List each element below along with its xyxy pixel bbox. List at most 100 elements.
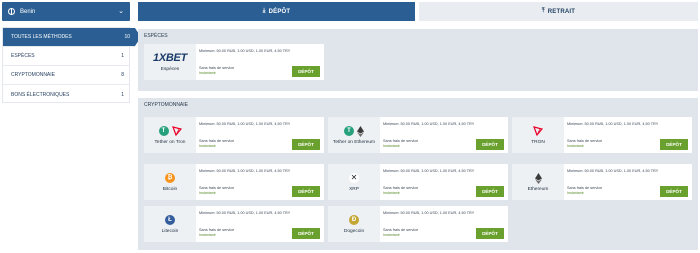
depot-button[interactable]: DÉPÔT bbox=[660, 186, 688, 197]
section-cryptomonnaie: CRYPTOMONNAIE T Tether on Tron Minimum: … bbox=[138, 98, 698, 250]
card-details: Minimum: 50.00 RUB, 1.00 USD, 1.00 EUR, … bbox=[199, 44, 324, 80]
1xbet-logo: 1XBET bbox=[153, 52, 187, 64]
card-logo-area: ₿ Bitcoin bbox=[144, 164, 196, 200]
card-details: Minimum: 50.00 RUB, 1.00 USD, 1.00 EUR, … bbox=[383, 206, 508, 242]
section-title: CRYPTOMONNAIE bbox=[144, 102, 188, 108]
card-minimum: Minimum: 50.00 RUB, 1.00 USD, 1.00 EUR, … bbox=[383, 211, 475, 215]
card-minimum: Minimum: 50.00 RUB, 1.00 USD, 1.00 EUR, … bbox=[199, 169, 291, 173]
ethereum-icon bbox=[534, 172, 542, 184]
payment-card-litecoin[interactable]: Ł Litecoin Minimum: 50.00 RUB, 1.00 USD,… bbox=[144, 206, 324, 242]
card-fee: Sans frais de service bbox=[567, 139, 603, 143]
card-fee: Sans frais de service bbox=[383, 139, 419, 143]
payment-card-ethereum[interactable]: Ethereum Minimum: 50.00 RUB, 1.00 USD, 1… bbox=[512, 164, 692, 200]
payment-card-tether-on-ethereum[interactable]: T Tether on Ethereum Minimum: 50.00 RUB,… bbox=[328, 117, 508, 153]
depot-button[interactable]: DÉPÔT bbox=[292, 139, 320, 150]
card-speed: Instantané bbox=[199, 233, 216, 237]
depot-button[interactable]: DÉPÔT bbox=[476, 186, 504, 197]
country-label: Benin bbox=[20, 8, 36, 15]
card-minimum: Minimum: 50.00 RUB, 1.00 USD, 1.00 EUR, … bbox=[383, 122, 475, 126]
card-speed: Instantané bbox=[567, 191, 584, 195]
card-details: Minimum: 50.00 RUB, 1.00 USD, 1.00 EUR, … bbox=[199, 164, 324, 200]
depot-button[interactable]: DÉPÔT bbox=[292, 186, 320, 197]
card-name: Dogecoin bbox=[343, 228, 365, 234]
card-name: Tether on Tron bbox=[154, 139, 186, 145]
card-logo-area: T Tether on Tron bbox=[144, 117, 196, 153]
card-speed: Instantané bbox=[383, 191, 400, 195]
depot-button[interactable]: DÉPÔT bbox=[476, 139, 504, 150]
chevron-down-icon: ⌄ bbox=[118, 8, 124, 15]
payment-card-bitcoin[interactable]: ₿ Bitcoin Minimum: 50.00 RUB, 1.00 USD, … bbox=[144, 164, 324, 200]
upload-icon: ⤒ bbox=[541, 8, 545, 14]
sidebar-item-label: TOUTES LES MÉTHODES bbox=[11, 34, 72, 40]
tether-icon: T bbox=[344, 126, 354, 136]
payment-card-tether-on-tron[interactable]: T Tether on Tron Minimum: 50.00 RUB, 1.0… bbox=[144, 117, 324, 153]
card-name: XRP bbox=[349, 186, 359, 192]
card-minimum: Minimum: 50.00 RUB, 1.00 USD, 1.00 EUR, … bbox=[383, 169, 475, 173]
card-speed: Instantané bbox=[383, 144, 400, 148]
section-especes: ESPÈCES 1XBET Espèces Minimum: 50.00 RUB… bbox=[138, 29, 698, 91]
card-name: Bitcoin bbox=[162, 186, 178, 192]
card-logo-area: Ð Dogecoin bbox=[328, 206, 380, 242]
payment-methods-page: Benin ⌄ TOUTES LES MÉTHODES 10 ESPÈCES 1… bbox=[0, 0, 700, 253]
sidebar-item-all-methods[interactable]: TOUTES LES MÉTHODES 10 bbox=[3, 28, 141, 47]
sidebar-item-cryptomonnaie[interactable]: CRYPTOMONNAIE 8 bbox=[3, 66, 129, 85]
card-details: Minimum: 50.00 RUB, 1.00 USD, 1.00 EUR, … bbox=[199, 117, 324, 153]
depot-button[interactable]: DÉPÔT bbox=[292, 66, 320, 77]
tab-label: DÉPÔT bbox=[268, 8, 291, 15]
sidebar-item-bons-electroniques[interactable]: BONS ÉLECTRONIQUES 1 bbox=[3, 85, 129, 104]
depot-button[interactable]: DÉPÔT bbox=[660, 139, 688, 150]
card-name: Litecoin bbox=[161, 228, 179, 234]
card-minimum: Minimum: 50.00 RUB, 1.00 USD, 1.00 EUR, … bbox=[199, 49, 291, 53]
card-fee: Sans frais de service bbox=[567, 186, 603, 190]
card-minimum: Minimum: 50.00 RUB, 1.00 USD, 1.00 EUR, … bbox=[199, 211, 291, 215]
card-speed: Instantané bbox=[199, 71, 216, 75]
card-logo-area: ✕ XRP bbox=[328, 164, 380, 200]
card-name: TRON bbox=[531, 139, 545, 145]
card-speed: Instantané bbox=[199, 191, 216, 195]
ethereum-icon bbox=[357, 125, 364, 137]
card-logo-area: T Tether on Ethereum bbox=[328, 117, 380, 153]
country-selector[interactable]: Benin ⌄ bbox=[2, 2, 130, 21]
tron-icon bbox=[171, 126, 182, 136]
card-name: Ethereum bbox=[527, 186, 549, 192]
tab-label: RETRAIT bbox=[547, 8, 576, 15]
card-minimum: Minimum: 50.00 RUB, 1.00 USD, 1.00 EUR, … bbox=[199, 122, 291, 126]
sidebar-item-count: 8 bbox=[121, 72, 124, 78]
card-logo-area: TRON bbox=[512, 117, 564, 153]
method-filter-sidebar: TOUTES LES MÉTHODES 10 ESPÈCES 1 CRYPTOM… bbox=[2, 27, 141, 104]
depot-button[interactable]: DÉPÔT bbox=[476, 228, 504, 239]
card-details: Minimum: 50.00 RUB, 1.00 USD, 1.00 EUR, … bbox=[567, 164, 692, 200]
card-logo-area: 1XBET Espèces bbox=[144, 44, 196, 80]
tab-retrait[interactable]: ⤒ RETRAIT bbox=[419, 2, 698, 21]
card-speed: Instantané bbox=[199, 144, 216, 148]
card-logo-area: Ethereum bbox=[512, 164, 564, 200]
card-fee: Sans frais de service bbox=[199, 228, 235, 232]
litecoin-icon: Ł bbox=[165, 215, 175, 225]
card-minimum: Minimum: 50.00 RUB, 1.00 USD, 1.00 EUR, … bbox=[567, 169, 659, 173]
payment-card-tron[interactable]: TRON Minimum: 50.00 RUB, 1.00 USD, 1.00 … bbox=[512, 117, 692, 153]
sidebar-item-count: 1 bbox=[121, 91, 124, 98]
sidebar-item-count: 10 bbox=[124, 34, 130, 40]
card-speed: Instantané bbox=[383, 233, 400, 237]
card-fee: Sans frais de service bbox=[383, 228, 419, 232]
card-name: Espèces bbox=[160, 67, 180, 72]
payment-card-dogecoin[interactable]: Ð Dogecoin Minimum: 50.00 RUB, 1.00 USD,… bbox=[328, 206, 508, 242]
payment-card-especes[interactable]: 1XBET Espèces Minimum: 50.00 RUB, 1.00 U… bbox=[144, 44, 324, 80]
payment-card-xrp[interactable]: ✕ XRP Minimum: 50.00 RUB, 1.00 USD, 1.00… bbox=[328, 164, 508, 200]
xrp-icon: ✕ bbox=[349, 173, 359, 183]
card-minimum: Minimum: 50.00 RUB, 1.00 USD, 1.00 EUR, … bbox=[567, 122, 659, 126]
card-details: Minimum: 50.00 RUB, 1.00 USD, 1.00 EUR, … bbox=[383, 164, 508, 200]
globe-icon bbox=[8, 8, 15, 15]
sidebar-item-count: 1 bbox=[121, 53, 124, 59]
sidebar-item-label: CRYPTOMONNAIE bbox=[11, 72, 55, 78]
card-fee: Sans frais de service bbox=[199, 186, 235, 190]
card-details: Minimum: 50.00 RUB, 1.00 USD, 1.00 EUR, … bbox=[199, 206, 324, 242]
tron-icon bbox=[533, 126, 543, 136]
tether-icon: T bbox=[158, 126, 169, 136]
depot-button[interactable]: DÉPÔT bbox=[292, 228, 320, 239]
tab-depot[interactable]: ⤓ DÉPÔT bbox=[138, 2, 415, 21]
card-name: Tether on Ethereum bbox=[332, 139, 376, 145]
card-speed: Instantané bbox=[567, 144, 584, 148]
card-fee: Sans frais de service bbox=[199, 66, 235, 70]
sidebar-item-especes[interactable]: ESPÈCES 1 bbox=[3, 47, 129, 66]
